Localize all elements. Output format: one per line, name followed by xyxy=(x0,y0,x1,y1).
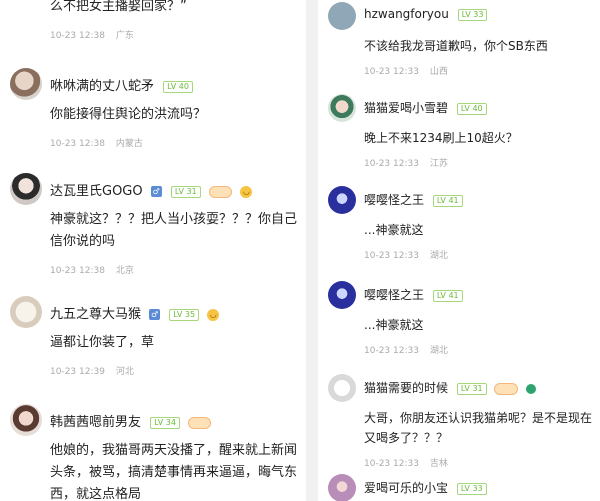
comment-text: 大哥，你朋友还认识我猫弟呢？是不是现在又喝多了？？？ xyxy=(364,411,593,445)
comment: 嘤嘤怪之王 LV 41 ...神豪就这 10-23 12:33 湖北 xyxy=(328,281,600,356)
comment-text: 你能接得住舆论的洪流吗？ xyxy=(50,107,207,122)
level-badge: LV 33 xyxy=(457,8,488,21)
comment-location: 江苏 xyxy=(429,159,448,169)
comment-text: 逼都让你装了，草 xyxy=(50,335,155,350)
comment-location: 北京 xyxy=(115,266,134,276)
comment-location: 吉林 xyxy=(429,459,448,469)
comment-time: 10-23 12:33 xyxy=(364,67,419,77)
level-badge: LV 31 xyxy=(456,382,487,395)
comment-text: 么不把女主播娶回家？” xyxy=(50,0,187,14)
gender-icon: ♂ xyxy=(150,186,162,197)
level-badge: LV 31 xyxy=(170,185,201,198)
comment-text: 晚上不来1234刷上10超火？ xyxy=(364,131,518,145)
gender-icon: ♂ xyxy=(149,309,161,320)
badge-icon xyxy=(525,383,536,394)
comment-location: 河北 xyxy=(115,367,134,377)
fan-badge-icon xyxy=(188,416,212,429)
comment-location: 广东 xyxy=(115,31,134,41)
comment-meta: 10-23 12:39 河北 xyxy=(50,364,306,377)
comment-text: 他娘的，我猫哥两天没播了，醒来就上新闻头条，被骂，搞清楚事情再来逼逼，晦气东西，… xyxy=(50,443,298,501)
avatar[interactable] xyxy=(328,281,356,309)
comment-meta: 10-23 12:38 内蒙古 xyxy=(50,136,306,149)
comment: 咻咻满的丈八蛇矛 LV 40 你能接得住舆论的洪流吗？ 10-23 12:38 … xyxy=(10,68,306,149)
comment-time: 10-23 12:33 xyxy=(364,459,419,469)
fan-badge-icon xyxy=(494,382,518,395)
comment: 猫猫爱喝小雪碧 LV 40 晚上不来1234刷上10超火？ 10-23 12:3… xyxy=(328,94,600,169)
avatar[interactable] xyxy=(10,404,42,436)
comment-meta: 10-23 12:33 吉林 xyxy=(364,456,600,469)
level-badge: LV 41 xyxy=(432,194,463,207)
comment: 达瓦里氏GOGO ♂ LV 31 ◡ 神豪就这？？？把人当小孩耍？？？你自己信你… xyxy=(10,173,306,276)
comment: 猫猫需要的时候 LV 31 大哥，你朋友还认识我猫弟呢？是不是现在又喝多了？？？… xyxy=(328,374,600,469)
avatar[interactable] xyxy=(328,374,356,402)
level-badge: LV 40 xyxy=(456,102,487,115)
avatar[interactable] xyxy=(10,296,42,328)
user-name[interactable]: 达瓦里氏GOGO xyxy=(50,184,143,199)
comment-text: 不该给我龙哥道歉吗，你个SB东西 xyxy=(364,39,548,53)
avatar[interactable] xyxy=(328,474,356,501)
comment-meta: 10-23 12:33 山西 xyxy=(364,64,600,77)
user-name[interactable]: 猫猫爱喝小雪碧 xyxy=(364,101,448,115)
user-name[interactable]: 爱喝可乐的小宝 xyxy=(364,481,448,495)
avatar[interactable] xyxy=(328,2,356,30)
comment-text: ...神豪就这 xyxy=(364,223,424,237)
comment-time: 10-23 12:38 xyxy=(50,31,105,41)
avatar[interactable] xyxy=(328,94,356,122)
comment: 么不把女主播娶回家？” 10-23 12:38 广东 xyxy=(10,0,306,41)
level-badge: LV 40 xyxy=(163,80,193,93)
comment-time: 10-23 12:33 xyxy=(364,346,419,356)
level-badge: LV 33 xyxy=(456,482,487,495)
comment-text: ...神豪就这 xyxy=(364,318,424,332)
fan-badge-icon xyxy=(208,185,233,198)
smile-icon: ◡ xyxy=(207,308,220,321)
user-name[interactable]: hzwangforyou xyxy=(364,7,449,21)
user-name[interactable]: 咻咻满的丈八蛇矛 xyxy=(50,79,154,94)
comment: 嘤嘤怪之王 LV 41 ...神豪就这 10-23 12:33 湖北 xyxy=(328,186,600,261)
avatar[interactable] xyxy=(328,186,356,214)
user-name[interactable]: 猫猫需要的时候 xyxy=(364,381,448,395)
comment-time: 10-23 12:39 xyxy=(50,367,105,377)
avatar[interactable] xyxy=(10,68,42,100)
comment-time: 10-23 12:38 xyxy=(50,139,105,149)
comment: 爱喝可乐的小宝 LV 33 xyxy=(328,474,600,501)
comment-meta: 10-23 12:38 北京 xyxy=(50,263,306,276)
comment-meta: 10-23 12:33 江苏 xyxy=(364,156,600,169)
right-comment-column: hzwangforyou LV 33 不该给我龙哥道歉吗，你个SB东西 10-2… xyxy=(318,0,600,501)
comment-meta: 10-23 12:38 广东 xyxy=(50,28,306,41)
level-badge: LV 35 xyxy=(169,308,200,321)
level-badge: LV 34 xyxy=(150,416,180,429)
comment-meta: 10-23 12:33 湖北 xyxy=(364,248,600,261)
comment-location: 山西 xyxy=(429,67,448,77)
comment-time: 10-23 12:33 xyxy=(364,251,419,261)
comment-location: 湖北 xyxy=(429,251,448,261)
user-name[interactable]: 嘤嘤怪之王 xyxy=(364,288,424,302)
left-comment-column: 么不把女主播娶回家？” 10-23 12:38 广东 咻咻满的丈八蛇矛 LV 4… xyxy=(0,0,306,501)
smile-icon: ◡ xyxy=(240,185,253,198)
comment-time: 10-23 12:33 xyxy=(364,159,419,169)
user-name[interactable]: 嘤嘤怪之王 xyxy=(364,193,424,207)
comment-time: 10-23 12:38 xyxy=(50,266,105,276)
user-name[interactable]: 韩茜茜嗯前男友 xyxy=(50,415,141,430)
column-divider xyxy=(306,0,318,501)
comment: hzwangforyou LV 33 不该给我龙哥道歉吗，你个SB东西 10-2… xyxy=(328,2,600,77)
comment: 韩茜茜嗯前男友 LV 34 他娘的，我猫哥两天没播了，醒来就上新闻头条，被骂，搞… xyxy=(10,404,306,501)
user-name[interactable]: 九五之尊大马猴 xyxy=(50,307,141,322)
comment: 九五之尊大马猴 ♂ LV 35 ◡ 逼都让你装了，草 10-23 12:39 河… xyxy=(10,296,306,377)
comment-meta: 10-23 12:33 湖北 xyxy=(364,343,600,356)
comment-location: 内蒙古 xyxy=(115,139,143,149)
comment-text: 神豪就这？？？把人当小孩耍？？？你自己信你说的吗 xyxy=(50,212,298,249)
comment-location: 湖北 xyxy=(429,346,448,356)
level-badge: LV 41 xyxy=(432,289,463,302)
avatar[interactable] xyxy=(10,173,42,205)
